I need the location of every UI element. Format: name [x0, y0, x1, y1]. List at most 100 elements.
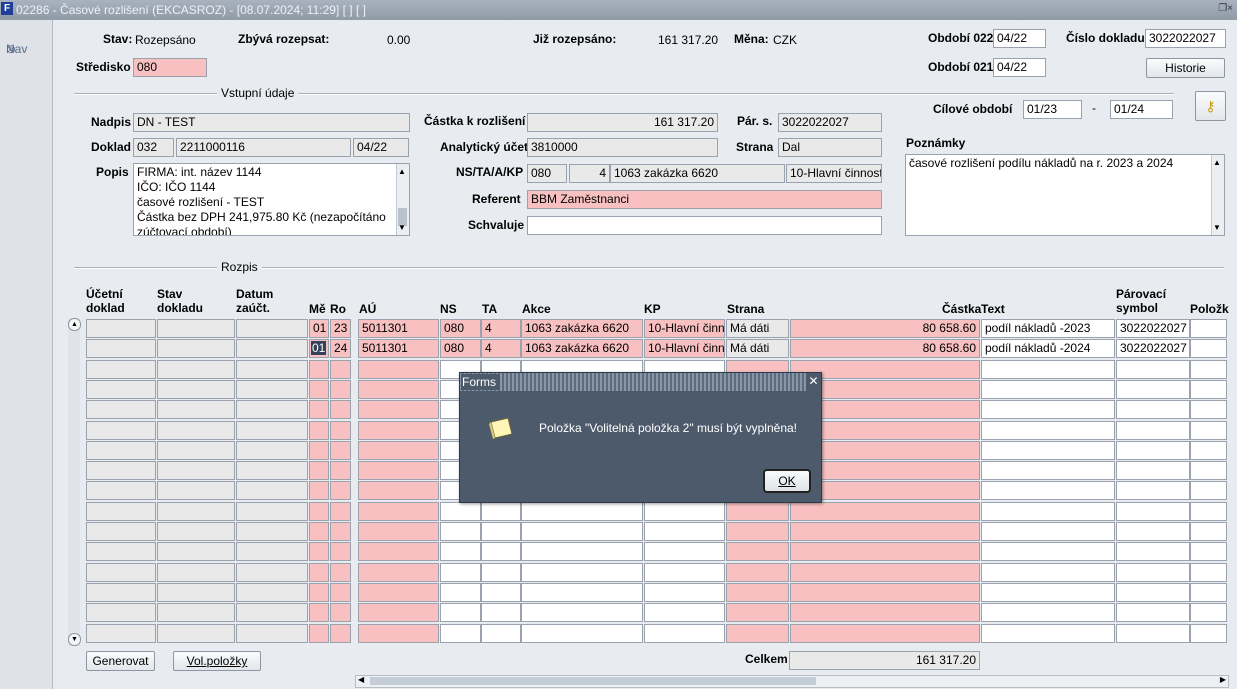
table-cell-me[interactable]: 01	[309, 319, 329, 338]
table-cell[interactable]	[1190, 522, 1227, 541]
table-cell-me[interactable]	[309, 624, 329, 643]
nav-panel[interactable]: ⊚ Nav	[0, 20, 53, 689]
table-cell-au[interactable]	[358, 380, 439, 399]
table-cell-strana[interactable]: Má dáti	[726, 339, 789, 358]
table-cell-ro[interactable]	[330, 400, 351, 419]
table-cell[interactable]	[1190, 502, 1227, 521]
table-cell[interactable]	[157, 441, 235, 460]
table-cell[interactable]	[1190, 542, 1227, 561]
table-cell-parovaci[interactable]	[1116, 461, 1190, 480]
table-cell-text[interactable]	[981, 603, 1115, 622]
table-cell-ro[interactable]	[330, 563, 351, 582]
table-cell-au[interactable]	[358, 522, 439, 541]
table-cell-kp[interactable]	[644, 624, 725, 643]
table-cell-au[interactable]	[358, 360, 439, 379]
table-cell[interactable]	[236, 421, 308, 440]
table-cell-parovaci[interactable]	[1116, 522, 1190, 541]
table-cell-castka[interactable]: 80 658.60	[790, 339, 980, 358]
table-cell-parovaci[interactable]	[1116, 624, 1190, 643]
table-cell-au[interactable]	[358, 400, 439, 419]
table-cell[interactable]	[86, 339, 156, 358]
table-cell-ns[interactable]	[440, 583, 481, 602]
table-cell[interactable]	[157, 461, 235, 480]
table-cell[interactable]	[86, 563, 156, 582]
schvaluje-field[interactable]	[527, 216, 882, 235]
table-cell-ro[interactable]	[330, 481, 351, 500]
table-cell-castka[interactable]: 80 658.60	[790, 319, 980, 338]
table-cell[interactable]	[236, 360, 308, 379]
table-cell[interactable]	[1190, 339, 1227, 358]
table-cell[interactable]	[157, 339, 235, 358]
table-cell-text[interactable]	[981, 380, 1115, 399]
table-cell[interactable]	[157, 400, 235, 419]
table-cell-au[interactable]	[358, 583, 439, 602]
table-cell[interactable]	[86, 603, 156, 622]
table-cell[interactable]	[157, 522, 235, 541]
table-cell-ta[interactable]	[481, 502, 521, 521]
poznamky-textarea[interactable]: časové rozlišení podílu nákladů na r. 20…	[905, 154, 1225, 236]
table-cell[interactable]	[236, 380, 308, 399]
table-cell-au[interactable]: 5011301	[358, 339, 439, 358]
table-cell-ns[interactable]	[440, 603, 481, 622]
table-cell-me[interactable]: 01	[309, 339, 329, 358]
table-cell-ns[interactable]: 080	[440, 319, 481, 338]
horizontal-scrollbar[interactable]: ◀ ▶	[355, 675, 1229, 688]
table-cell[interactable]	[236, 563, 308, 582]
table-cell-text[interactable]	[981, 542, 1115, 561]
table-cell-parovaci[interactable]	[1116, 583, 1190, 602]
table-cell-parovaci[interactable]	[1116, 421, 1190, 440]
table-cell[interactable]	[1190, 319, 1227, 338]
table-cell-parovaci[interactable]	[1116, 563, 1190, 582]
table-cell-au[interactable]: 5011301	[358, 319, 439, 338]
table-cell-me[interactable]	[309, 522, 329, 541]
ta-field[interactable]: 4	[569, 164, 610, 183]
cilove-to-field[interactable]: 01/24	[1110, 100, 1173, 119]
table-cell[interactable]	[1190, 624, 1227, 643]
table-cell-akce[interactable]	[521, 542, 643, 561]
table-cell-akce[interactable]	[521, 624, 643, 643]
table-cell[interactable]	[157, 319, 235, 338]
grid-scrollbar[interactable]: ▲ ▼	[68, 318, 81, 646]
table-cell[interactable]	[86, 542, 156, 561]
table-cell-au[interactable]	[358, 461, 439, 480]
table-cell-ns[interactable]	[440, 563, 481, 582]
restore-icon[interactable]: ❐×	[1218, 3, 1233, 14]
table-cell-castka[interactable]	[790, 502, 980, 521]
table-cell[interactable]	[157, 421, 235, 440]
table-cell[interactable]	[157, 360, 235, 379]
table-cell-ro[interactable]	[330, 461, 351, 480]
table-cell[interactable]	[86, 360, 156, 379]
table-cell-ns[interactable]	[440, 542, 481, 561]
table-cell-parovaci[interactable]: 3022022027	[1116, 339, 1190, 358]
cilove-from-field[interactable]: 01/23	[1023, 100, 1082, 119]
table-cell[interactable]	[86, 481, 156, 500]
popis-scrollbar[interactable]: ▲ ▼	[396, 164, 409, 235]
table-cell[interactable]	[86, 522, 156, 541]
table-cell-me[interactable]	[309, 461, 329, 480]
table-cell-ro[interactable]	[330, 624, 351, 643]
doklad-period-field[interactable]: 04/22	[353, 138, 409, 157]
doklad-type-field[interactable]: 032	[133, 138, 174, 157]
scroll-up-icon[interactable]: ▲	[1213, 155, 1221, 170]
scroll-thumb[interactable]	[370, 677, 816, 685]
stredisko-field[interactable]: 080	[133, 58, 207, 77]
table-cell-me[interactable]	[309, 502, 329, 521]
table-cell[interactable]	[1190, 380, 1227, 399]
table-cell-me[interactable]	[309, 542, 329, 561]
scroll-down-icon[interactable]: ▼	[398, 220, 406, 235]
table-cell-me[interactable]	[309, 360, 329, 379]
scroll-left-icon[interactable]: ◀	[358, 675, 364, 684]
table-cell-me[interactable]	[309, 441, 329, 460]
table-cell-strana[interactable]	[726, 542, 789, 561]
table-cell-ro[interactable]	[330, 583, 351, 602]
table-cell-kp[interactable]	[644, 583, 725, 602]
table-cell[interactable]	[157, 502, 235, 521]
table-cell[interactable]	[236, 583, 308, 602]
dialog-titlebar[interactable]: Forms ✕	[460, 373, 821, 391]
table-cell-castka[interactable]	[790, 603, 980, 622]
table-cell[interactable]	[236, 400, 308, 419]
table-cell[interactable]	[236, 441, 308, 460]
table-cell[interactable]	[157, 481, 235, 500]
table-cell[interactable]	[157, 380, 235, 399]
table-cell-me[interactable]	[309, 481, 329, 500]
